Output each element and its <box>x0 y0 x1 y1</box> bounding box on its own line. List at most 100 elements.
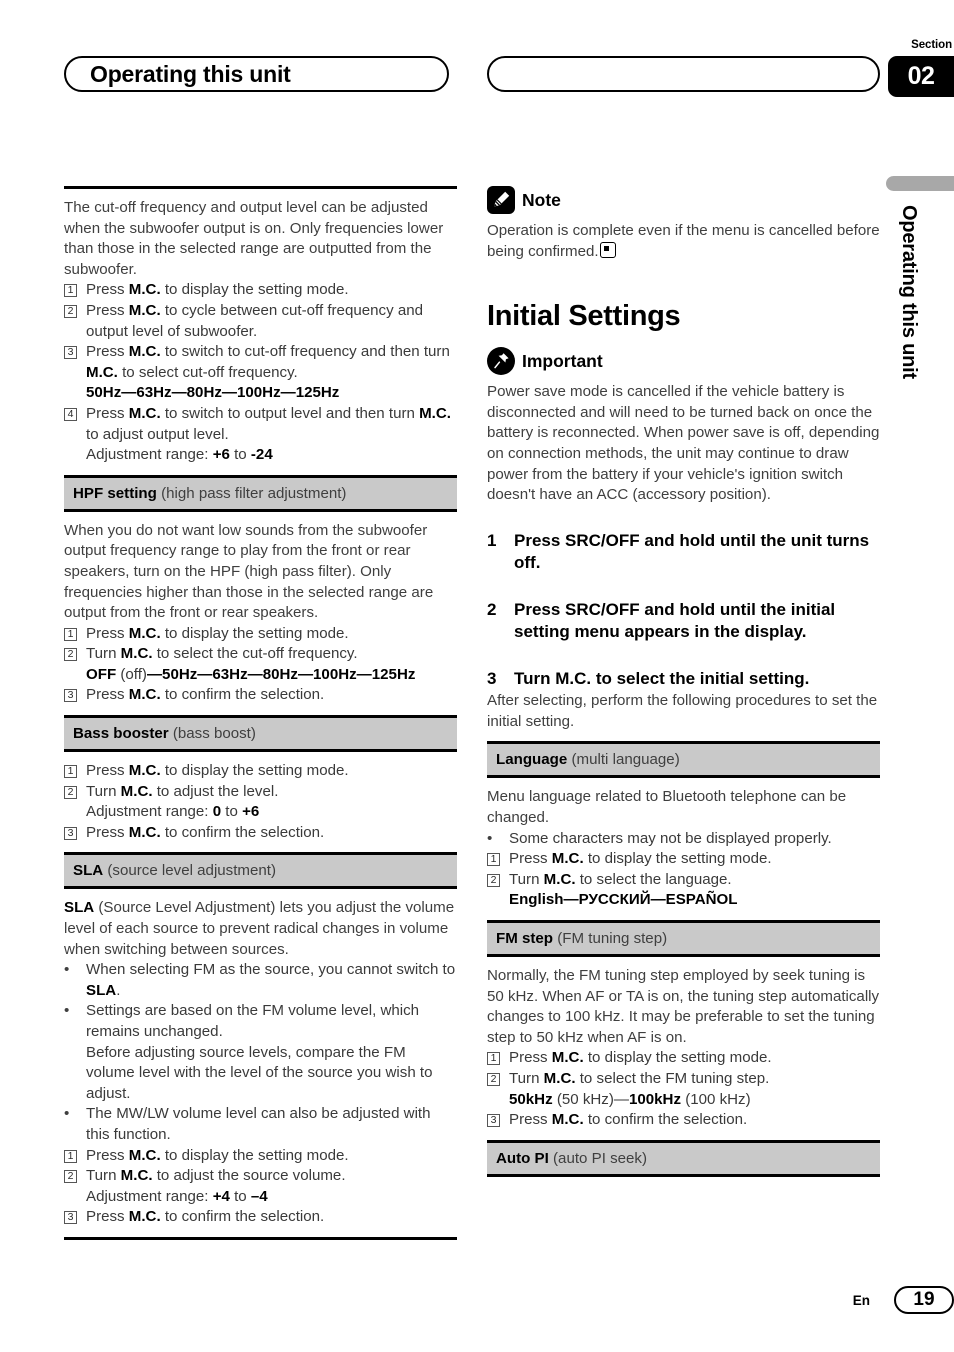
fm-step-options: 50kHz (50 kHz)—100kHz (100 kHz) <box>509 1090 751 1108</box>
step-item: 2 Turn M.C. to adjust the level. <box>64 782 457 803</box>
page-title-pill: Operating this unit <box>64 56 449 92</box>
bass-booster-range: Adjustment range: 0 to +6 <box>86 803 260 821</box>
bullet-text: When selecting FM as the source, you can… <box>86 961 456 999</box>
step-text: Turn M.C. to select the language. <box>509 870 732 888</box>
right-column: Note Operation is complete even if the m… <box>487 186 880 1177</box>
bullet-text: Some characters may not be displayed pro… <box>509 829 832 847</box>
section-desc: (auto PI seek) <box>553 1149 647 1167</box>
step-text: Press M.C. to display the setting mode. <box>509 850 772 868</box>
procedure-text: Turn M.C. to select the initial setting. <box>514 668 810 688</box>
procedure-item: 2 Press SRC/OFF and hold until the initi… <box>487 599 880 644</box>
step-number: 1 <box>64 1149 77 1163</box>
bullet-dot: • <box>487 829 493 847</box>
sla-description: SLA (Source Level Adjustment) lets you a… <box>64 899 455 958</box>
initial-settings-heading: Initial Settings <box>487 300 681 333</box>
step-number: 3 <box>64 826 77 840</box>
note-label: Note <box>522 189 561 210</box>
hpf-options: OFF (off)—50Hz—63Hz—80Hz—100Hz—125Hz <box>86 665 416 683</box>
step-number: 2 <box>64 304 77 318</box>
step-item: 2 Press M.C. to cycle between cut-off fr… <box>64 301 457 342</box>
section-body-bass-booster: 1 Press M.C. to display the setting mode… <box>64 749 457 843</box>
page-title: Operating this unit <box>90 60 291 87</box>
section-badge: Section 02 <box>888 39 954 97</box>
important-text: Power save mode is cancelled if the vehi… <box>487 383 880 504</box>
hpf-steps: 1 Press M.C. to display the setting mode… <box>64 624 457 706</box>
step-text: Press M.C. to display the setting mode. <box>86 624 349 642</box>
hpf-description: When you do not want low sounds from the… <box>64 521 434 622</box>
language-steps: 1 Press M.C. to display the setting mode… <box>487 849 880 911</box>
procedure-item: 3 Turn M.C. to select the initial settin… <box>487 668 880 691</box>
section-body-sla: SLA (Source Level Adjustment) lets you a… <box>64 886 457 1228</box>
section-desc: (source level adjustment) <box>107 862 277 880</box>
step-number: 2 <box>487 1072 500 1086</box>
section-body-language: Menu language related to Bluetooth telep… <box>487 775 880 911</box>
page-footer: En 19 <box>0 1286 954 1316</box>
step-text: Press M.C. to confirm the selection. <box>86 1208 325 1226</box>
language-code: En <box>852 1293 870 1308</box>
step-item: 1 Press M.C. to display the setting mode… <box>64 624 457 645</box>
frequency-options: 50Hz—63Hz—80Hz—100Hz—125Hz <box>86 384 340 402</box>
step-item: 2 Turn M.C. to select the FM tuning step… <box>487 1069 880 1090</box>
page-number: 19 <box>894 1286 954 1314</box>
step-number: 2 <box>487 873 500 887</box>
step-text: Press M.C. to display the setting mode. <box>86 1146 349 1164</box>
step-text: Press M.C. to display the setting mode. <box>509 1049 772 1067</box>
section-body-fm-step: Normally, the FM tuning step employed by… <box>487 954 880 1131</box>
section-desc: (high pass filter adjustment) <box>161 484 347 502</box>
step-number: 1 <box>64 627 77 641</box>
step-text: Press M.C. to switch to cut-off frequenc… <box>86 343 450 381</box>
step-text: Press M.C. to display the setting mode. <box>86 762 349 780</box>
step-item: 4 Press M.C. to switch to output level a… <box>64 404 457 445</box>
header-empty-pill <box>487 56 880 92</box>
procedure-item: 1 Press SRC/OFF and hold until the unit … <box>487 530 880 575</box>
column-top-rule <box>64 186 457 189</box>
bullet-text: Settings are based on the FM volume leve… <box>86 1002 420 1040</box>
bass-booster-steps: 1 Press M.C. to display the setting mode… <box>64 761 457 843</box>
step-number: 1 <box>487 853 500 867</box>
fm-step-steps: 1 Press M.C. to display the setting mode… <box>487 1048 880 1130</box>
bullet-item: • Settings are based on the FM volume le… <box>64 1001 457 1042</box>
bullet-dot: • <box>64 1105 70 1123</box>
bullet-text: The MW/LW volume level can also be adjus… <box>86 1105 431 1143</box>
section-header-auto-pi: Auto PI (auto PI seek) <box>487 1139 880 1174</box>
section-number: 02 <box>907 62 935 90</box>
step-number: 3 <box>487 1114 500 1128</box>
sla-range: Adjustment range: +4 to –4 <box>86 1187 268 1205</box>
step-number: 2 <box>64 785 77 799</box>
section-header-language: Language (multi language) <box>487 741 880 776</box>
procedure-number: 1 <box>487 530 497 550</box>
step-item: 1 Press M.C. to display the setting mode… <box>64 1146 457 1167</box>
side-tab-marker <box>886 176 954 191</box>
step-text: Press M.C. to confirm the selection. <box>86 686 325 704</box>
step-text: Turn M.C. to select the FM tuning step. <box>509 1069 770 1087</box>
step-number: 2 <box>64 1170 77 1184</box>
subwoofer-steps: 1 Press M.C. to display the setting mode… <box>64 280 457 465</box>
section-header-fm-step: FM step (FM tuning step) <box>487 920 880 954</box>
bullet-dot: • <box>64 961 70 979</box>
fm-step-description: Normally, the FM tuning step employed by… <box>487 967 880 1046</box>
step-item: 2 Turn M.C. to select the cut-off freque… <box>64 644 457 665</box>
step-item: 2 Turn M.C. to select the language. <box>487 870 880 891</box>
step-text: Turn M.C. to adjust the source volume. <box>86 1167 346 1185</box>
step-item: 3 Press M.C. to confirm the selection. <box>64 823 457 844</box>
pencil-icon <box>487 186 515 214</box>
step-text: Press M.C. to confirm the selection. <box>86 823 325 841</box>
left-column: The cut-off frequency and output level c… <box>64 186 457 1240</box>
step-number: 2 <box>64 648 77 662</box>
step-item: 3 Press M.C. to confirm the selection. <box>487 1110 880 1131</box>
step-text: Press M.C. to cycle between cut-off freq… <box>86 301 423 340</box>
language-options: English—РУССКИЙ—ESPAÑOL <box>509 891 738 909</box>
adjustment-range: Adjustment range: +6 to -24 <box>86 446 273 464</box>
step-text: Turn M.C. to adjust the level. <box>86 782 279 800</box>
important-label: Important <box>522 350 603 371</box>
step-number: 3 <box>64 689 77 703</box>
step-text: Press M.C. to switch to output level and… <box>86 404 451 443</box>
step-item: 3 Press M.C. to confirm the selection. <box>64 1207 457 1228</box>
procedure-number: 3 <box>487 668 497 688</box>
step-text: Press M.C. to confirm the selection. <box>509 1111 748 1129</box>
step-text: Turn M.C. to select the cut-off frequenc… <box>86 645 358 663</box>
procedure-text: Press SRC/OFF and hold until the unit tu… <box>514 530 870 573</box>
step-item: 3 Press M.C. to switch to cut-off freque… <box>64 342 457 383</box>
note-heading: Note <box>487 186 880 214</box>
important-heading: Important <box>487 347 880 376</box>
